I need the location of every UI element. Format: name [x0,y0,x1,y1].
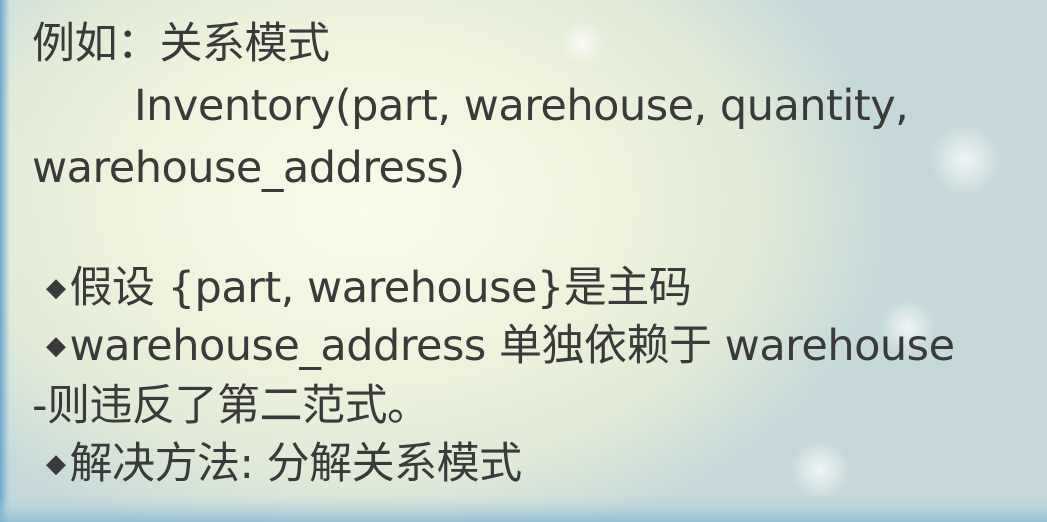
bullet-primary-key: ◆假设 {part, warehouse}是主码 [46,262,692,314]
bokeh-decoration [930,125,1000,195]
example-heading: 例如：关系模式 [32,19,330,69]
bullet-dependency: ◆warehouse_address 单独依赖于 warehouse [46,320,955,372]
bullet-text: warehouse_address 单独依赖于 warehouse [69,321,956,371]
bullet-text: 解决方法: 分解关系模式 [69,439,523,489]
relation-schema-line-2: warehouse_address) [32,143,465,193]
bullet-text: 假设 {part, warehouse}是主码 [69,263,692,313]
diamond-bullet-icon: ◆ [46,449,66,479]
violation-note: -则违反了第二范式。 [32,381,430,431]
diamond-bullet-icon: ◆ [46,331,66,361]
relation-schema-line-1: Inventory(part, warehouse, quantity, [134,81,909,131]
slide: 例如：关系模式 Inventory(part, warehouse, quant… [0,0,1047,522]
bottom-edge-decoration [0,496,1047,522]
left-edge-decoration [0,0,10,522]
bokeh-decoration [560,20,605,65]
bokeh-decoration [790,440,850,500]
diamond-bullet-icon: ◆ [46,273,66,303]
bullet-solution: ◆解决方法: 分解关系模式 [46,438,522,490]
